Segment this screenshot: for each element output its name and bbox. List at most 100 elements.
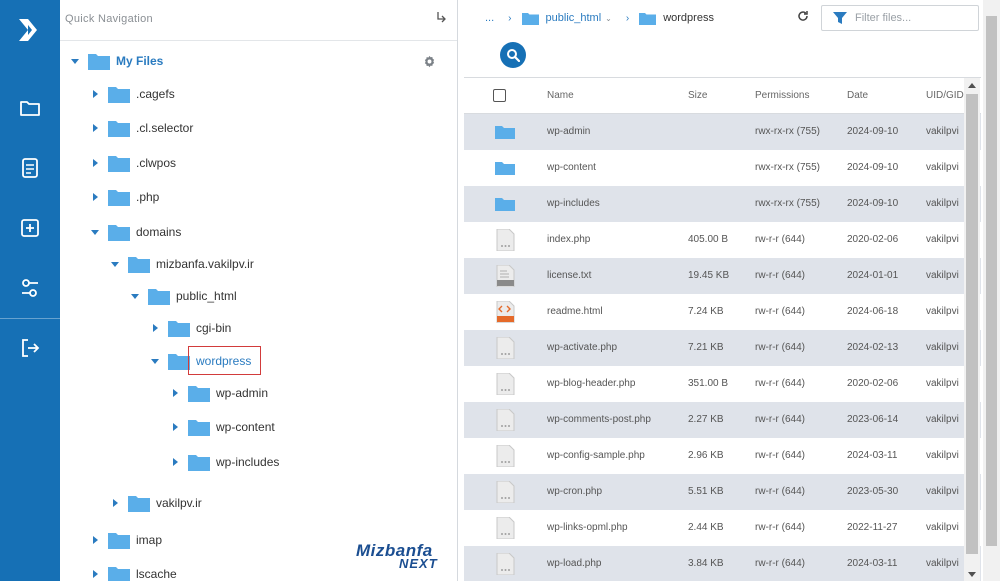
- file-name[interactable]: wp-activate.php: [547, 342, 617, 353]
- caret-right-icon[interactable]: [90, 158, 100, 168]
- table-row[interactable]: wp-includes rwx-rx-rx (755) 2024-09-10 vaki…: [464, 186, 981, 222]
- table-row[interactable]: wp-content rwx-rx-rx (755) 2024-09-10 vakil…: [464, 150, 981, 186]
- tree-node[interactable]: wp-admin: [170, 381, 268, 405]
- caret-right-icon[interactable]: [90, 569, 100, 579]
- tree-node-label: .php: [136, 190, 160, 204]
- caret-down-icon[interactable]: [90, 227, 100, 237]
- file-date: 2024-09-10: [847, 126, 899, 137]
- column-permissions[interactable]: Permissions: [755, 90, 809, 101]
- gear-icon[interactable]: [423, 55, 436, 68]
- file-permissions: rw-r-r (644): [755, 486, 805, 497]
- table-row[interactable]: wp-config-sample.php 2.96 KB rw-r-r (644) 2…: [464, 438, 981, 474]
- file-date: 2023-06-14: [847, 414, 899, 425]
- tree-node-label: wp-includes: [216, 455, 280, 469]
- column-size[interactable]: Size: [688, 90, 707, 101]
- tree-node[interactable]: mizbanfa.vakilpv.ir: [110, 252, 254, 276]
- caret-right-icon[interactable]: [150, 323, 160, 333]
- folder-icon: [108, 189, 130, 206]
- caret-right-icon[interactable]: [170, 388, 180, 398]
- file-name[interactable]: wp-cron.php: [547, 486, 602, 497]
- file-name[interactable]: wp-includes: [547, 198, 600, 209]
- breadcrumb-parent[interactable]: public_html: [546, 12, 602, 24]
- table-row[interactable]: wp-admin rwx-rx-rx (755) 2024-09-10 vakilpv…: [464, 114, 981, 150]
- tree-node[interactable]: wp-content: [170, 415, 275, 439]
- tree-node[interactable]: lscache: [90, 562, 177, 581]
- table-row[interactable]: wp-activate.php 7.21 KB rw-r-r (644) 2024-0…: [464, 330, 981, 366]
- file-date: 2024-03-11: [847, 450, 898, 461]
- scroll-down-arrow-icon[interactable]: [967, 571, 977, 579]
- column-uid[interactable]: UID/GID: [926, 90, 964, 101]
- file-uid: vakilpvi: [926, 342, 959, 353]
- sidebar: [0, 0, 60, 581]
- folder-icon[interactable]: [18, 96, 42, 120]
- page-scrollbar-thumb[interactable]: [986, 16, 997, 546]
- caret-right-icon[interactable]: [90, 192, 100, 202]
- tree-node[interactable]: .cl.selector: [90, 116, 193, 140]
- table-row[interactable]: wp-links-opml.php 2.44 KB rw-r-r (644) 2022…: [464, 510, 981, 546]
- file-name[interactable]: wp-load.php: [547, 558, 601, 569]
- tree-node[interactable]: public_html: [130, 284, 237, 308]
- table-row[interactable]: wp-comments-post.php 2.27 KB rw-r-r (644) 2…: [464, 402, 981, 438]
- tree-node[interactable]: cgi-bin: [150, 316, 231, 340]
- new-file-icon[interactable]: [18, 216, 42, 240]
- file-size: 2.27 KB: [688, 414, 724, 425]
- file-name[interactable]: index.php: [547, 234, 590, 245]
- folder-icon: [108, 86, 130, 103]
- tree-node[interactable]: vakilpv.ir: [110, 491, 202, 515]
- search-button[interactable]: [500, 42, 526, 68]
- caret-right-icon[interactable]: [170, 422, 180, 432]
- file-name[interactable]: license.txt: [547, 270, 591, 281]
- file-name[interactable]: readme.html: [547, 306, 603, 317]
- settings-sliders-icon[interactable]: [18, 276, 42, 300]
- file-uid: vakilpvi: [926, 558, 959, 569]
- file-name[interactable]: wp-config-sample.php: [547, 450, 645, 461]
- caret-right-icon[interactable]: [90, 123, 100, 133]
- file-name[interactable]: wp-admin: [547, 126, 590, 137]
- file-name[interactable]: wp-content: [547, 162, 596, 173]
- folder-icon: [521, 12, 539, 25]
- file-name[interactable]: wp-blog-header.php: [547, 378, 635, 389]
- scroll-up-arrow-icon[interactable]: [967, 81, 977, 89]
- breadcrumb-ellipsis[interactable]: ...: [485, 12, 494, 24]
- logout-icon[interactable]: [18, 336, 42, 360]
- tree-node[interactable]: .cagefs: [90, 82, 175, 106]
- filter-files-input[interactable]: [855, 12, 965, 24]
- tree-node[interactable]: imap: [90, 528, 162, 552]
- folder-icon: [495, 162, 515, 175]
- tree-node-label: lscache: [136, 567, 177, 581]
- tree-node[interactable]: wp-includes: [170, 450, 279, 474]
- caret-right-icon[interactable]: [90, 89, 100, 99]
- logo-icon[interactable]: [16, 16, 44, 44]
- chevron-down-icon[interactable]: ⌄: [605, 14, 612, 23]
- table-row[interactable]: wp-cron.php 5.51 KB rw-r-r (644) 2023-05-30…: [464, 474, 981, 510]
- tree-root[interactable]: My Files: [70, 49, 163, 73]
- refresh-icon[interactable]: [797, 10, 809, 22]
- caret-down-icon[interactable]: [130, 291, 140, 301]
- table-row[interactable]: index.php 405.00 B rw-r-r (644) 2020-02-06 v…: [464, 222, 981, 258]
- folder-icon: [108, 566, 130, 581]
- tree-node[interactable]: .php: [90, 185, 159, 209]
- file-uid: vakilpvi: [926, 378, 959, 389]
- table-row[interactable]: license.txt 19.45 KB rw-r-r (644) 2024-01-0…: [464, 258, 981, 294]
- page-scrollbar[interactable]: [983, 0, 1000, 581]
- table-row[interactable]: wp-blog-header.php 351.00 B rw-r-r (644) 20…: [464, 366, 981, 402]
- file-name[interactable]: wp-links-opml.php: [547, 522, 628, 533]
- table-row[interactable]: wp-load.php 3.84 KB rw-r-r (644) 2024-03-11…: [464, 546, 981, 581]
- table-row[interactable]: readme.html 7.24 KB rw-r-r (644) 2024-06-18…: [464, 294, 981, 330]
- tree-node[interactable]: domains: [90, 220, 181, 244]
- caret-right-icon[interactable]: [110, 498, 120, 508]
- column-date[interactable]: Date: [847, 90, 868, 101]
- folder-icon: [188, 385, 210, 402]
- table-scrollbar-thumb[interactable]: [966, 94, 978, 554]
- select-all-checkbox[interactable]: [493, 89, 506, 102]
- caret-right-icon[interactable]: [90, 535, 100, 545]
- file-name[interactable]: wp-comments-post.php: [547, 414, 651, 425]
- tree-node[interactable]: .clwpos: [90, 151, 176, 175]
- file-icon[interactable]: [18, 156, 42, 180]
- column-name[interactable]: Name: [547, 90, 574, 101]
- caret-down-icon[interactable]: [70, 56, 80, 66]
- return-arrow-icon[interactable]: [435, 11, 447, 23]
- caret-down-icon[interactable]: [110, 259, 120, 269]
- caret-right-icon[interactable]: [170, 457, 180, 467]
- caret-down-icon[interactable]: [150, 356, 160, 366]
